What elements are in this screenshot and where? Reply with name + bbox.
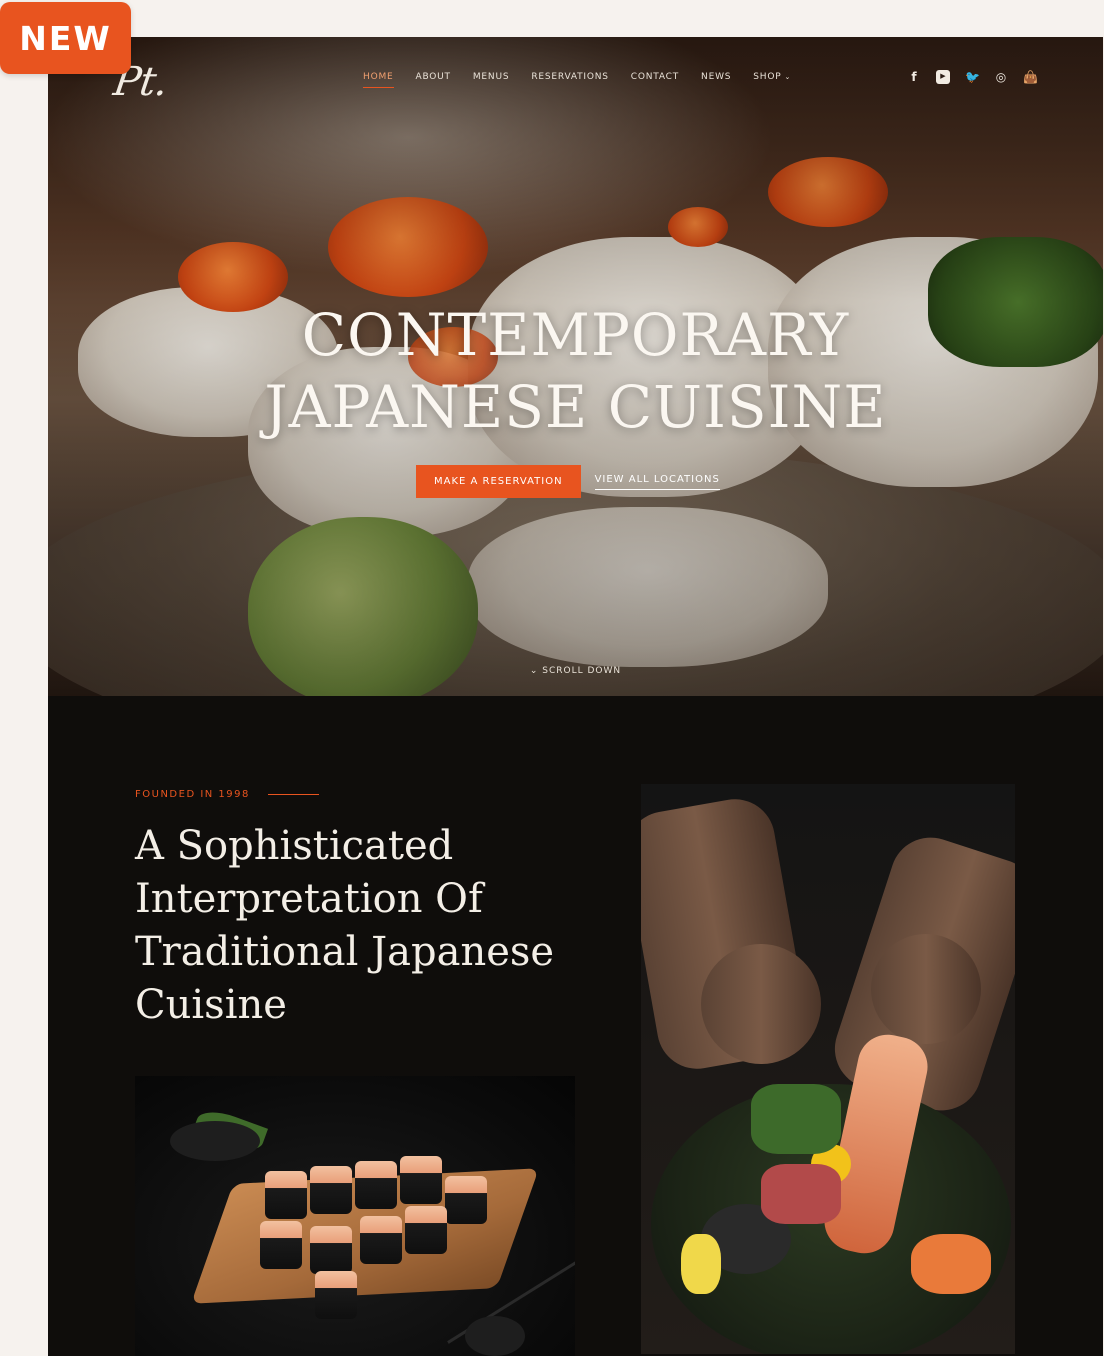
chef-plating-image bbox=[641, 784, 1015, 1354]
sushi-roll bbox=[310, 1166, 352, 1214]
founded-eyebrow: FOUNDED IN 1998 bbox=[135, 789, 319, 800]
website-preview: Pt. HOME ABOUT MENUS RESERVATIONS CONTAC… bbox=[48, 37, 1103, 1356]
scroll-down-label: SCROLL DOWN bbox=[542, 666, 622, 676]
main-nav: HOME ABOUT MENUS RESERVATIONS CONTACT NE… bbox=[363, 72, 791, 88]
nav-shop[interactable]: SHOP ⌄ bbox=[753, 72, 791, 82]
about-title: A Sophisticated Interpretation Of Tradit… bbox=[135, 823, 555, 1028]
nav-shop-label: SHOP bbox=[753, 72, 782, 82]
hero-cta-row: MAKE A RESERVATION VIEW ALL LOCATIONS bbox=[416, 465, 720, 498]
nav-contact[interactable]: CONTACT bbox=[631, 72, 679, 82]
sushi-roll bbox=[260, 1221, 302, 1269]
herb-garnish bbox=[751, 1084, 841, 1154]
sashimi-slice bbox=[761, 1164, 841, 1224]
chevron-down-icon: ⌄ bbox=[784, 73, 792, 81]
social-links: f ▶ 🐦 ◎ 👜 bbox=[907, 70, 1038, 84]
eyebrow-divider bbox=[267, 794, 319, 795]
make-reservation-button[interactable]: MAKE A RESERVATION bbox=[416, 465, 581, 498]
eyebrow-text: FOUNDED IN 1998 bbox=[135, 789, 250, 800]
chevron-down-icon: ⌄ bbox=[529, 666, 539, 676]
scroll-down-link[interactable]: ⌄ SCROLL DOWN bbox=[48, 666, 1103, 676]
hero-section: Pt. HOME ABOUT MENUS RESERVATIONS CONTAC… bbox=[48, 37, 1103, 696]
carrot-garnish bbox=[911, 1234, 991, 1294]
sushi-roll bbox=[400, 1156, 442, 1204]
sushi-roll bbox=[405, 1206, 447, 1254]
nav-menus[interactable]: MENUS bbox=[473, 72, 509, 82]
new-badge: NEW bbox=[0, 2, 131, 74]
lemon-slice bbox=[681, 1234, 721, 1294]
sushi-roll bbox=[360, 1216, 402, 1264]
about-section: FOUNDED IN 1998 A Sophisticated Interpre… bbox=[48, 696, 1103, 1356]
view-all-locations-link[interactable]: VIEW ALL LOCATIONS bbox=[594, 474, 720, 490]
facebook-icon[interactable]: f bbox=[907, 70, 921, 84]
sushi-rolls-image bbox=[135, 1076, 575, 1356]
decor-stone bbox=[465, 1316, 525, 1356]
sushi-roll bbox=[310, 1226, 352, 1274]
instagram-icon[interactable]: ◎ bbox=[994, 70, 1008, 84]
nav-news[interactable]: NEWS bbox=[701, 72, 731, 82]
shopping-bag-icon[interactable]: 👜 bbox=[1023, 70, 1038, 84]
hero-title: CONTEMPORARY JAPANESE CUISINE bbox=[48, 299, 1103, 443]
chef-hand bbox=[701, 944, 821, 1064]
chef-hand bbox=[871, 934, 981, 1044]
sushi-roll bbox=[265, 1171, 307, 1219]
nav-about[interactable]: ABOUT bbox=[416, 72, 451, 82]
hero-title-line-1: CONTEMPORARY bbox=[301, 301, 850, 369]
sushi-roll bbox=[445, 1176, 487, 1224]
sushi-roll bbox=[315, 1271, 357, 1319]
twitter-icon[interactable]: 🐦 bbox=[965, 70, 980, 84]
nav-home[interactable]: HOME bbox=[363, 72, 394, 88]
decor-stone bbox=[170, 1121, 260, 1161]
sushi-roll bbox=[355, 1161, 397, 1209]
hero-title-line-2: JAPANESE CUISINE bbox=[264, 373, 887, 441]
nav-reservations[interactable]: RESERVATIONS bbox=[531, 72, 608, 82]
youtube-icon[interactable]: ▶ bbox=[936, 70, 950, 84]
